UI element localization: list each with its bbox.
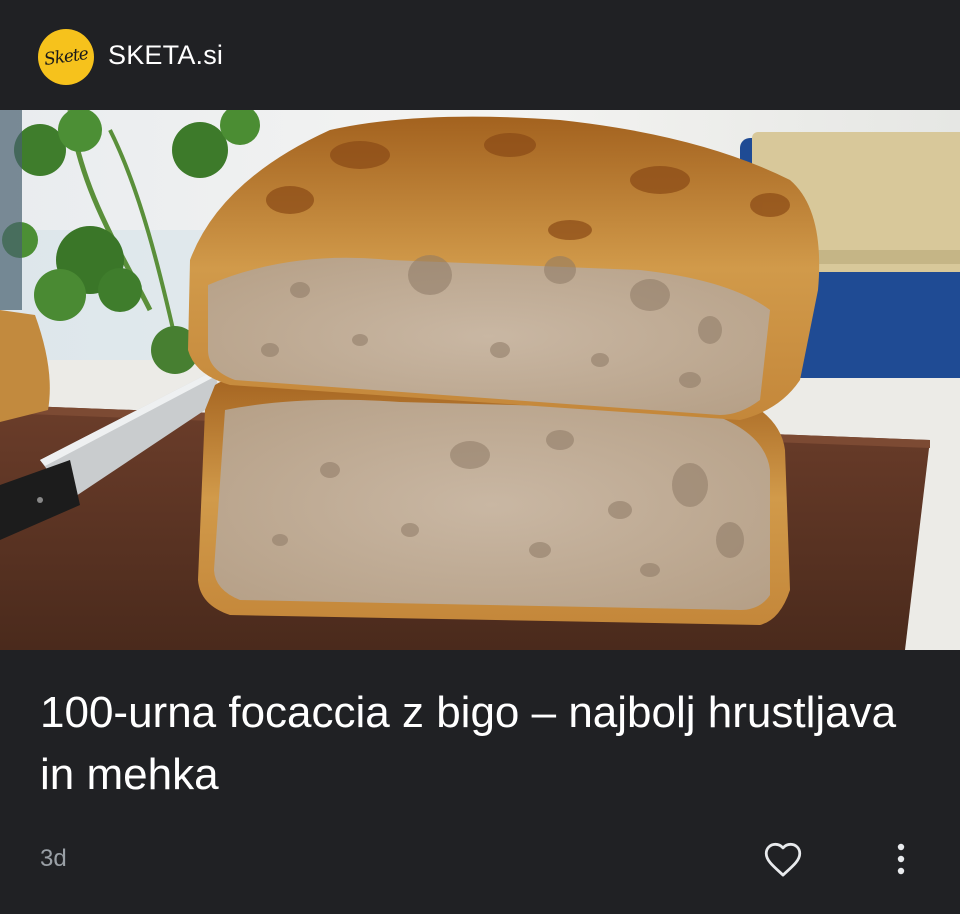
source-logo: Skete bbox=[38, 29, 94, 85]
article-title[interactable]: 100-urna focaccia z bigo – najbolj hrust… bbox=[40, 682, 920, 806]
more-options-button[interactable] bbox=[884, 836, 918, 882]
news-card[interactable]: Skete SKETA.si 100-urna focaccia z bigo … bbox=[0, 0, 960, 914]
more-vert-icon bbox=[897, 843, 905, 875]
focaccia-photo bbox=[0, 110, 960, 650]
article-age: 3d bbox=[40, 845, 67, 872]
card-header: Skete SKETA.si bbox=[0, 0, 960, 110]
source-logo-text: Skete bbox=[42, 44, 90, 70]
article-image[interactable] bbox=[0, 110, 960, 650]
focaccia-top-slice bbox=[188, 116, 820, 421]
like-button[interactable] bbox=[760, 836, 806, 882]
source-name[interactable]: SKETA.si bbox=[108, 40, 223, 71]
heart-outline-icon bbox=[764, 842, 802, 877]
